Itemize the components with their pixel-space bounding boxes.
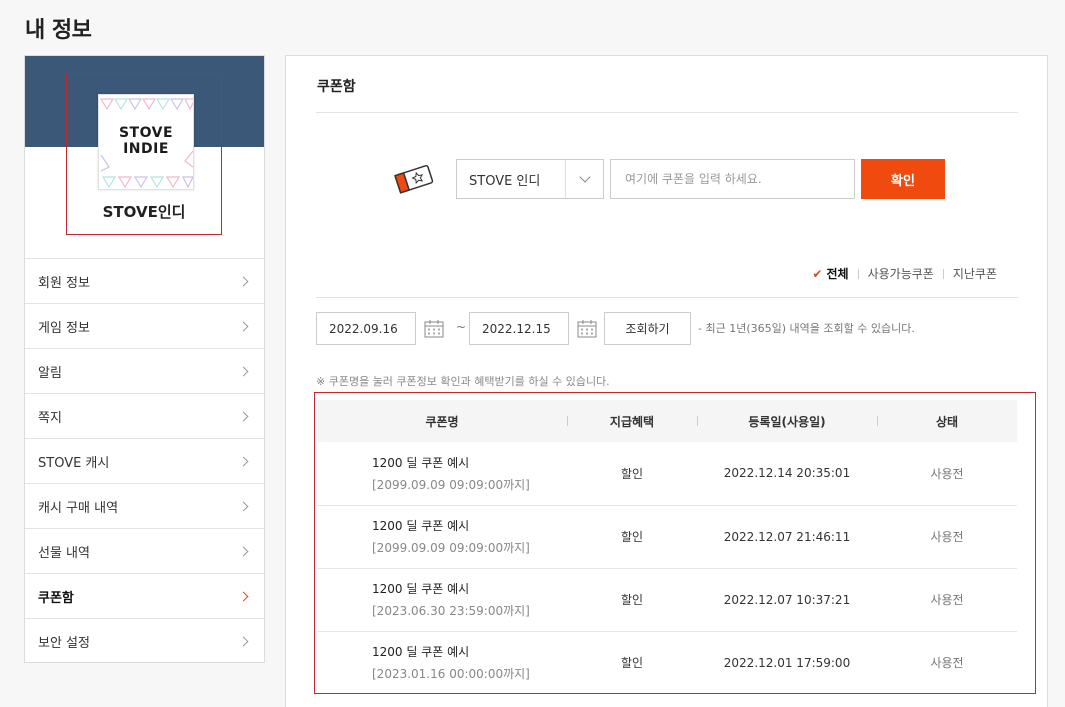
filter-all[interactable]: ✔ 전체 (812, 265, 848, 282)
coupon-name-cell[interactable]: 1200 딜 쿠폰 예시 [2099.09.09 09:09:00까지] (317, 505, 567, 568)
date-range-note: - 최근 1년(365일) 내역을 조회할 수 있습니다. (698, 322, 915, 335)
sidebar-item-label: 게임 정보 (38, 320, 90, 336)
sidebar: STOVE INDIE STOVE인디 회원 정보게임 정보알림쪽지 STOVE … (24, 55, 265, 663)
divider (857, 268, 859, 279)
table-row: 1200 딜 쿠폰 예시 [2023.06.30 23:59:00까지] 할인 202… (317, 568, 1017, 631)
coupon-expiry: [2023.06.30 23:59:00까지] (372, 604, 530, 618)
sidebar-item-label: 쪽지 (38, 410, 62, 426)
coupon-name-link[interactable]: 1200 딜 쿠폰 예시 (372, 517, 567, 534)
coupon-name-link[interactable]: 1200 딜 쿠폰 예시 (372, 580, 567, 597)
column-header-status: 상태 (877, 400, 1017, 442)
coupon-expiry: [2023.01.16 00:00:00까지] (372, 667, 530, 682)
start-date-field[interactable]: 2022.09.16 (316, 312, 416, 345)
chevron-right-icon (238, 411, 249, 421)
filter-past[interactable]: 지난쿠폰 (953, 265, 997, 282)
date-range-separator: ~ (456, 320, 467, 334)
coupon-name-cell[interactable]: 1200 딜 쿠폰 예시 [2023.06.30 23:59:00까지] (317, 568, 567, 631)
coupon-code-input[interactable] (610, 159, 855, 199)
sidebar-item-label: STOVE 캐시 (38, 455, 110, 471)
column-header-date: 등록일(사용일) (697, 400, 877, 442)
game-select-value: STOVE 인디 (469, 173, 541, 189)
table-row: 1200 딜 쿠폰 예시 [2023.01.16 00:00:00까지] 할인 202… (317, 631, 1017, 694)
search-button[interactable]: 조회하기 (604, 312, 691, 345)
table-row: 1200 딜 쿠폰 예시 [2099.09.09 09:09:00까지] 할인 202… (317, 505, 1017, 568)
status-cell: 사용전 (930, 466, 964, 481)
divider (316, 112, 1018, 113)
coupon-name-link[interactable]: 1200 딜 쿠폰 예시 (372, 643, 567, 660)
column-header-coupon-name: 쿠폰명 (425, 414, 459, 429)
date-cell: 2022.12.14 20:35:01 (723, 466, 851, 481)
chevron-right-icon (238, 321, 249, 331)
divider (942, 268, 944, 279)
status-cell: 사용전 (930, 593, 964, 607)
confirm-button[interactable]: 확인 (861, 159, 945, 199)
coupon-panel: 쿠폰함 STOVE 인디 확인 ✔전체 사용가능쿠폰 지난쿠폰 2022.09.… (285, 55, 1048, 707)
coupon-ticket-icon (394, 164, 434, 194)
coupon-expiry: [2099.09.09 09:09:00까지] (372, 541, 530, 555)
game-select[interactable]: STOVE 인디 (456, 159, 604, 199)
calendar-icon[interactable] (424, 319, 444, 338)
profile-avatar[interactable]: STOVE INDIE (98, 94, 194, 190)
benefit-cell: 할인 (620, 466, 644, 481)
check-icon: ✔ (812, 267, 823, 281)
sidebar-item-label: 선물 내역 (38, 545, 90, 561)
coupon-name-link[interactable]: 1200 딜 쿠폰 예시 (372, 454, 567, 471)
table-row: 1200 딜 쿠폰 예시 [2099.09.09 09:09:00까지] 할인 202… (317, 442, 1017, 505)
coupon-filter-tabs: ✔ 전체 사용가능쿠폰 지난쿠폰 (812, 265, 997, 282)
coupon-table-highlight: 쿠폰명 지급혜택 등록일(사용일) 상태 1200 딜 쿠폰 예시 [2099.0… (314, 392, 1036, 694)
coupon-notice: ※ 쿠폰명을 눌러 쿠폰정보 확인과 혜택받기를 하실 수 있습니다. (316, 375, 610, 388)
benefit-cell: 할인 (620, 656, 644, 671)
sidebar-item-label: 알림 (38, 365, 62, 381)
coupon-name-cell[interactable]: 1200 딜 쿠폰 예시 [2023.01.16 00:00:00까지] (317, 631, 567, 694)
calendar-icon[interactable] (577, 319, 597, 338)
sidebar-item[interactable]: 보안 설정 (25, 618, 264, 663)
benefit-cell: 할인 (620, 593, 644, 607)
coupon-table: 쿠폰명 지급혜택 등록일(사용일) 상태 1200 딜 쿠폰 예시 [2099.0… (317, 400, 1017, 694)
sidebar-item-label: 회원 정보 (38, 275, 90, 291)
date-cell: 2022.12.01 17:59:00 (723, 655, 851, 670)
sidebar-item-label: 보안 설정 (38, 635, 90, 651)
section-title: 쿠폰함 (317, 79, 356, 95)
avatar-logo-text: STOVE INDIE (118, 125, 174, 157)
sidebar-item[interactable]: 알림 (25, 348, 264, 393)
sidebar-item[interactable]: 회원 정보 (25, 258, 264, 303)
chevron-right-icon (238, 546, 249, 556)
benefit-cell: 할인 (620, 530, 644, 544)
end-date-field[interactable]: 2022.12.15 (469, 312, 569, 345)
sidebar-item[interactable]: 캐시 구매 내역 (25, 483, 264, 528)
sidebar-item-label: 캐시 구매 내역 (38, 500, 119, 516)
column-header-benefit: 지급혜택 (567, 400, 697, 442)
chevron-right-icon (238, 276, 249, 286)
date-cell: 2022.12.07 21:46:11 (723, 529, 851, 544)
sidebar-item[interactable]: 쿠폰함 (25, 573, 264, 618)
table-header-row: 쿠폰명 지급혜택 등록일(사용일) 상태 (317, 400, 1017, 442)
chevron-right-icon (238, 366, 249, 376)
sidebar-item[interactable]: 선물 내역 (25, 528, 264, 573)
status-cell: 사용전 (930, 530, 964, 544)
chevron-down-icon[interactable] (565, 160, 603, 198)
chevron-right-icon (238, 591, 249, 601)
page-title: 내 정보 (25, 18, 92, 43)
filter-available[interactable]: 사용가능쿠폰 (868, 265, 934, 282)
sidebar-item-label: 쿠폰함 (38, 590, 74, 606)
chevron-right-icon (238, 456, 249, 466)
status-cell: 사용전 (930, 656, 964, 671)
coupon-expiry: [2099.09.09 09:09:00까지] (372, 477, 530, 492)
date-cell: 2022.12.07 10:37:21 (723, 592, 851, 607)
sidebar-item[interactable]: 게임 정보 (25, 303, 264, 348)
chevron-right-icon (238, 501, 249, 511)
sidebar-menu: 회원 정보게임 정보알림쪽지 STOVE 캐시캐시 구매 내역선물 내역쿠폰함보안… (25, 258, 264, 663)
chevron-right-icon (238, 636, 249, 646)
sidebar-item[interactable]: 쪽지 (25, 393, 264, 438)
profile-name: STOVE인디 (102, 203, 186, 221)
sidebar-item[interactable]: STOVE 캐시 (25, 438, 264, 483)
divider (316, 297, 1018, 298)
coupon-name-cell[interactable]: 1200 딜 쿠폰 예시 [2099.09.09 09:09:00까지] (317, 442, 567, 505)
